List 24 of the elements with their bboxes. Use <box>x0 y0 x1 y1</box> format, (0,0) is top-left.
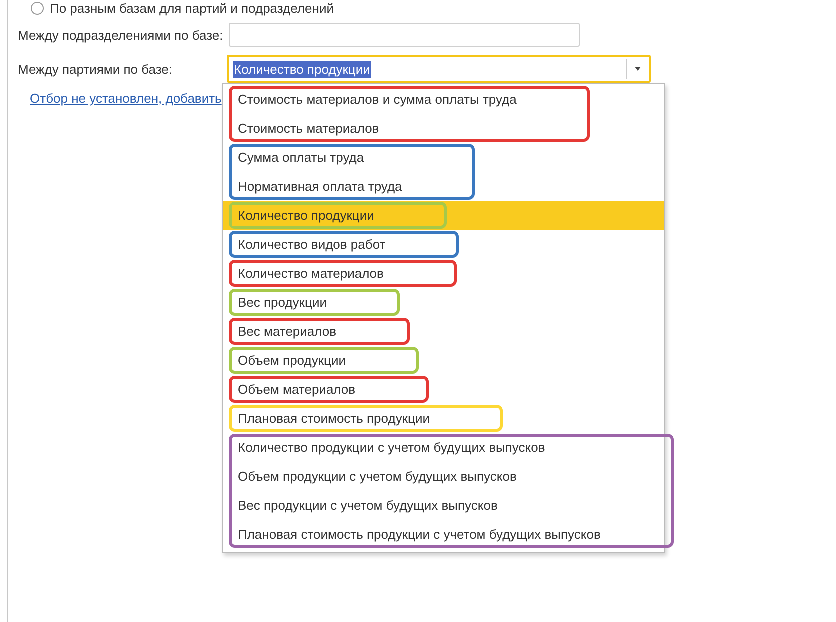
input-field[interactable] <box>229 23 580 47</box>
list-item[interactable]: Нормативная оплата труда <box>232 176 402 197</box>
list-item[interactable]: Вес продукции <box>232 292 327 313</box>
list-item[interactable]: Стоимость материалов <box>232 118 517 139</box>
list-item[interactable]: Стоимость материалов и сумма оплаты труда <box>232 89 517 110</box>
radio-button[interactable] <box>31 2 44 14</box>
filter-link[interactable]: Отбор не установлен, добавить <box>30 91 219 106</box>
list-item[interactable]: Количество продукции с учетом будущих выпусков <box>232 437 601 458</box>
list-item[interactable]: Объем продукции с учетом будущих выпусков <box>232 466 601 487</box>
list-item[interactable]: Сумма оплаты труда <box>232 147 402 168</box>
list-item[interactable]: Вес материалов <box>232 321 337 342</box>
selected-value: Количество продукции <box>233 60 372 78</box>
caret-icon[interactable] <box>635 67 641 71</box>
field-label: Между подразделениями по базе: <box>17 28 224 42</box>
list-item[interactable]: Вес продукции с учетом будущих выпусков <box>232 495 601 516</box>
list-item[interactable]: Количество материалов <box>232 263 384 284</box>
list-item[interactable]: Количество видов работ <box>232 234 386 255</box>
list-item[interactable]: Плановая стоимость продукции <box>232 408 430 429</box>
list-item[interactable]: Объем продукции <box>232 350 346 371</box>
list-item[interactable]: Плановая стоимость продукции с учетом будущих выпусков <box>232 524 601 545</box>
field-label: Между партиями по базе: <box>17 62 174 76</box>
list-item[interactable]: Объем материалов <box>232 379 356 400</box>
list-item[interactable]: Количество продукции <box>232 205 374 226</box>
radio-label: По разным базам для партий и подразделений <box>50 0 334 16</box>
